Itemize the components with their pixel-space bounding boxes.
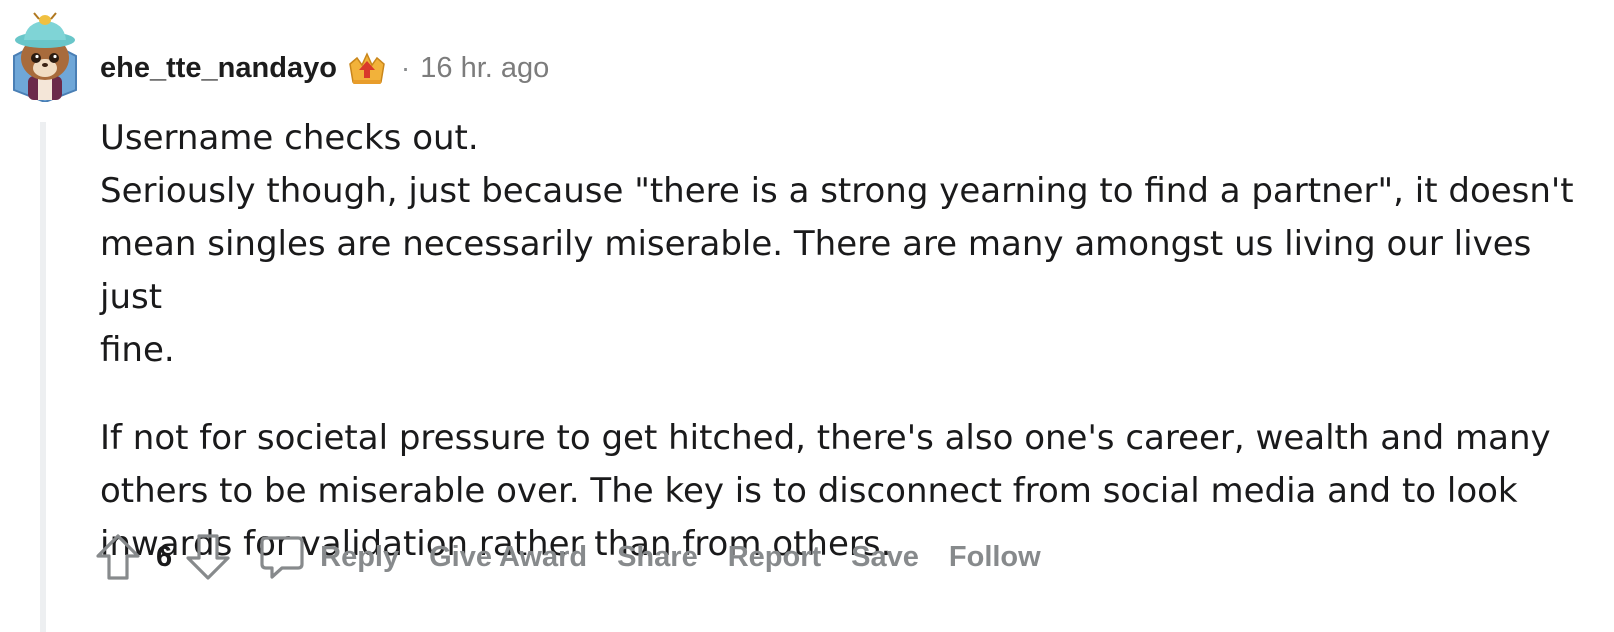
give-award-button[interactable]: Give Award (429, 541, 587, 574)
upvote-icon[interactable] (94, 532, 142, 582)
comment-line: others to be miserable over. The key is … (100, 471, 1518, 511)
vote-score: 6 (156, 540, 173, 573)
comment-bubble-icon[interactable] (258, 532, 306, 582)
comment-line: mean singles are necessarily miserable. … (100, 224, 1532, 317)
comment-line: If not for societal pressure to get hitc… (100, 418, 1551, 458)
follow-button[interactable]: Follow (949, 541, 1041, 574)
comment-line: fine. (100, 330, 175, 370)
share-button[interactable]: Share (617, 541, 698, 574)
comment-body: Username checks out. Seriously though, j… (100, 112, 1580, 571)
comment-line: Seriously though, just because "there is… (100, 171, 1574, 211)
comment-actions: 6 Reply Give Award Share Report Save Fol… (94, 530, 1041, 584)
comment-paragraph: Username checks out. Seriously though, j… (100, 112, 1580, 377)
reply-button[interactable]: Reply (320, 541, 399, 574)
avatar[interactable] (10, 10, 80, 102)
meta-separator: · (400, 52, 411, 83)
timestamp-link[interactable]: 16 hr. ago (420, 52, 549, 85)
username-link[interactable]: ehe_tte_nandayo (100, 52, 337, 85)
thread-line[interactable] (40, 122, 46, 632)
report-button[interactable]: Report (728, 541, 821, 574)
comment-meta: ehe_tte_nandayo · 16 hr. ago (100, 48, 549, 88)
save-button[interactable]: Save (851, 541, 919, 574)
downvote-icon[interactable] (184, 532, 232, 582)
crown-flair-icon (349, 52, 385, 84)
comment-line: Username checks out. (100, 118, 479, 158)
